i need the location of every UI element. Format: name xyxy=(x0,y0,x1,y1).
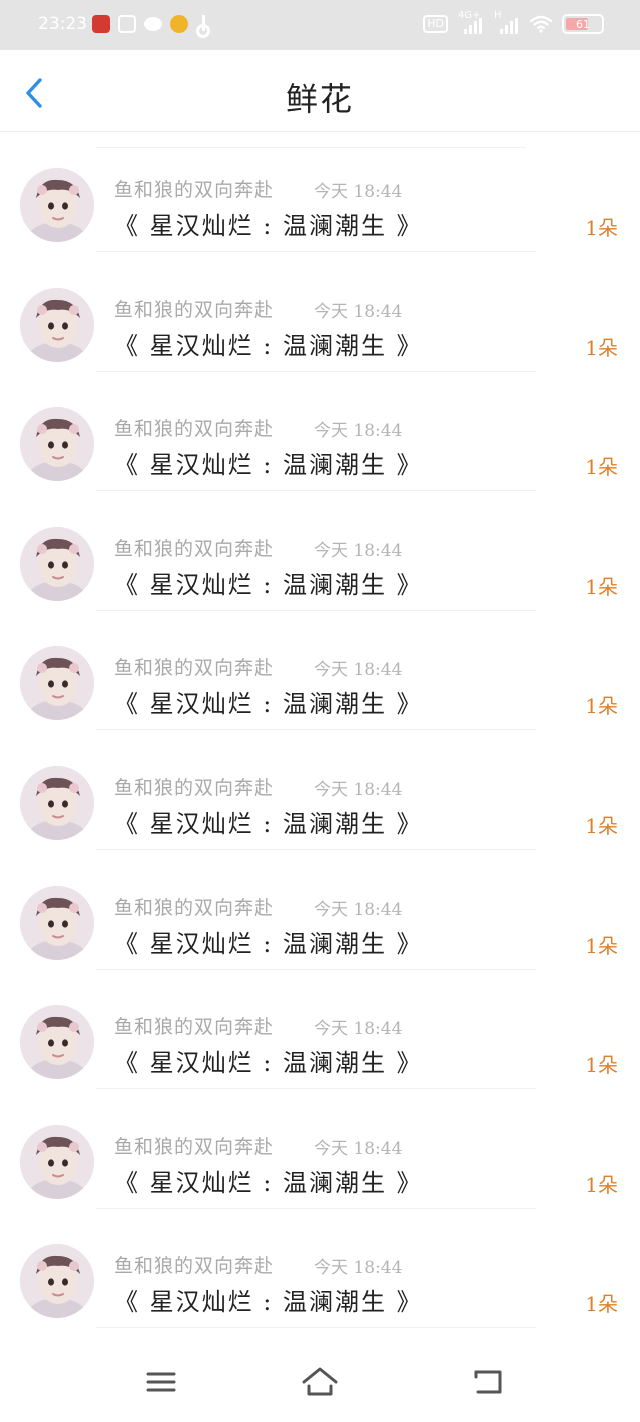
sender-name: 鱼和狼的双向奔赴 xyxy=(114,657,275,680)
timestamp: 今天 18:44 xyxy=(314,1138,403,1159)
divider xyxy=(96,1327,536,1329)
avatar[interactable] xyxy=(20,1244,94,1319)
avatar[interactable] xyxy=(20,168,94,242)
avatar[interactable] xyxy=(20,287,94,362)
avatar-image xyxy=(20,407,94,482)
avatar[interactable] xyxy=(20,1005,94,1080)
avatar[interactable] xyxy=(20,407,94,482)
sender-name: 鱼和狼的双向奔赴 xyxy=(114,179,275,201)
flower-count: 1朵 xyxy=(585,335,618,360)
home-button[interactable] xyxy=(300,1364,340,1400)
avatar[interactable] xyxy=(20,646,94,721)
list-item[interactable]: 鱼和狼的双向奔赴 今天 18:44 《 星汉灿烂 : 温澜潮生 》 1朵 xyxy=(0,850,640,970)
avatar-image xyxy=(20,287,94,362)
timestamp: 今天 18:44 xyxy=(314,182,403,202)
book-title: 《 星汉灿烂 : 温澜潮生 》 xyxy=(114,570,423,599)
avatar-image xyxy=(20,1005,94,1080)
flower-count: 1朵 xyxy=(585,1292,618,1317)
book-title: 《 星汉灿烂 : 温澜潮生 》 xyxy=(114,1168,423,1197)
app-box-icon xyxy=(118,15,136,33)
sender-name: 鱼和狼的双向奔赴 xyxy=(114,298,275,321)
flower-count: 1朵 xyxy=(585,574,618,599)
book-title: 《 星汉灿烂 : 温澜潮生 》 xyxy=(114,1288,423,1317)
avatar[interactable] xyxy=(20,766,94,840)
back-icon xyxy=(474,1370,502,1394)
signal-h-icon: H xyxy=(494,10,520,34)
flower-count: 1朵 xyxy=(585,216,618,240)
header: 鲜花 xyxy=(0,50,640,132)
flower-count: 1朵 xyxy=(585,1053,618,1078)
page-title: 鲜花 xyxy=(285,80,354,118)
flower-count: 1朵 xyxy=(585,814,618,838)
timestamp: 今天 18:44 xyxy=(314,780,403,800)
menu-icon xyxy=(146,1372,176,1392)
timestamp: 今天 18:44 xyxy=(314,660,403,681)
notification-icons xyxy=(92,15,210,38)
avatar-image xyxy=(20,526,94,601)
avatar-image xyxy=(20,766,94,840)
timestamp: 今天 18:44 xyxy=(314,1019,403,1040)
book-title: 《 星汉灿烂 : 温澜潮生 》 xyxy=(114,212,423,240)
status-right: HD 4G+ H 61 xyxy=(423,10,604,34)
back-nav-button[interactable] xyxy=(468,1364,508,1400)
avatar[interactable] xyxy=(20,885,94,960)
avatar-image xyxy=(20,1244,94,1319)
flower-count: 1朵 xyxy=(585,694,618,719)
sender-name: 鱼和狼的双向奔赴 xyxy=(114,1135,275,1158)
battery-level: 61 xyxy=(576,17,590,31)
list-item[interactable]: 鱼和狼的双向奔赴 今天 18:44 《 星汉灿烂 : 温澜潮生 》 1朵 xyxy=(0,730,640,850)
book-title: 《 星汉灿烂 : 温澜潮生 》 xyxy=(114,451,423,480)
timestamp: 今天 18:44 xyxy=(314,540,403,561)
wechat-icon xyxy=(144,17,162,31)
avatar-image xyxy=(20,1124,94,1199)
flower-count: 1朵 xyxy=(585,933,618,958)
avatar[interactable] xyxy=(20,526,94,601)
netease-music-icon xyxy=(92,15,110,33)
battery-icon: 61 xyxy=(562,14,604,34)
list-item[interactable]: 鱼和狼的双向奔赴 今天 18:44 《 星汉灿烂 : 温澜潮生 》 1朵 xyxy=(0,132,640,252)
list-item[interactable]: 鱼和狼的双向奔赴 今天 18:44 《 星汉灿烂 : 温澜潮生 》 1朵 xyxy=(0,1208,640,1329)
menu-button[interactable] xyxy=(141,1364,181,1400)
book-title: 《 星汉灿烂 : 温澜潮生 》 xyxy=(114,1049,423,1078)
avatar[interactable] xyxy=(20,1124,94,1199)
hd-badge: HD xyxy=(423,15,448,33)
status-time: 23:23 xyxy=(38,14,87,34)
wifi-icon xyxy=(530,15,552,33)
list-item[interactable]: 鱼和狼的双向奔赴 今天 18:44 《 星汉灿烂 : 温澜潮生 》 1朵 xyxy=(0,491,640,611)
book-title: 《 星汉灿烂 : 温澜潮生 》 xyxy=(114,810,423,838)
avatar-image xyxy=(20,168,94,242)
flower-count: 1朵 xyxy=(585,1172,618,1197)
list-item[interactable]: 鱼和狼的双向奔赴 今天 18:44 《 星汉灿烂 : 温澜潮生 》 1朵 xyxy=(0,252,640,372)
list-item[interactable]: 鱼和狼的双向奔赴 今天 18:44 《 星汉灿烂 : 温澜潮生 》 1朵 xyxy=(0,1089,640,1209)
list-item[interactable]: 鱼和狼的双向奔赴 今天 18:44 《 星汉灿烂 : 温澜潮生 》 1朵 xyxy=(0,610,640,731)
sender-name: 鱼和狼的双向奔赴 xyxy=(114,418,275,441)
sender-name: 鱼和狼的双向奔赴 xyxy=(114,537,275,560)
timestamp: 今天 18:44 xyxy=(314,1258,403,1279)
list-item[interactable]: 鱼和狼的双向奔赴 今天 18:44 《 星汉灿烂 : 温澜潮生 》 1朵 xyxy=(0,969,640,1090)
signal-4g-icon: 4G+ xyxy=(458,10,484,34)
sender-name: 鱼和狼的双向奔赴 xyxy=(114,896,275,919)
system-nav-bar xyxy=(0,1342,640,1422)
sender-name: 鱼和狼的双向奔赴 xyxy=(114,777,275,799)
sender-name: 鱼和狼的双向奔赴 xyxy=(114,1255,275,1278)
weibo-icon xyxy=(170,15,188,33)
timestamp: 今天 18:44 xyxy=(314,899,403,920)
flower-count: 1朵 xyxy=(585,455,618,480)
timestamp: 今天 18:44 xyxy=(314,301,403,322)
book-title: 《 星汉灿烂 : 温澜潮生 》 xyxy=(114,690,423,719)
status-bar: 23:23 HD 4G+ H 61 xyxy=(0,0,640,50)
home-icon xyxy=(302,1367,338,1396)
timestamp: 今天 18:44 xyxy=(314,421,403,442)
list-item[interactable]: 鱼和狼的双向奔赴 今天 18:44 《 星汉灿烂 : 温澜潮生 》 1朵 xyxy=(0,371,640,492)
tiktok-icon xyxy=(196,15,210,38)
avatar-image xyxy=(20,885,94,960)
avatar-image xyxy=(20,646,94,721)
sender-name: 鱼和狼的双向奔赴 xyxy=(114,1016,275,1039)
flower-list: 鱼和狼的双向奔赴 今天 18:44 《 星汉灿烂 : 温澜潮生 》 1朵 鱼和狼… xyxy=(0,132,640,1342)
book-title: 《 星汉灿烂 : 温澜潮生 》 xyxy=(114,331,423,360)
book-title: 《 星汉灿烂 : 温澜潮生 》 xyxy=(114,929,423,958)
